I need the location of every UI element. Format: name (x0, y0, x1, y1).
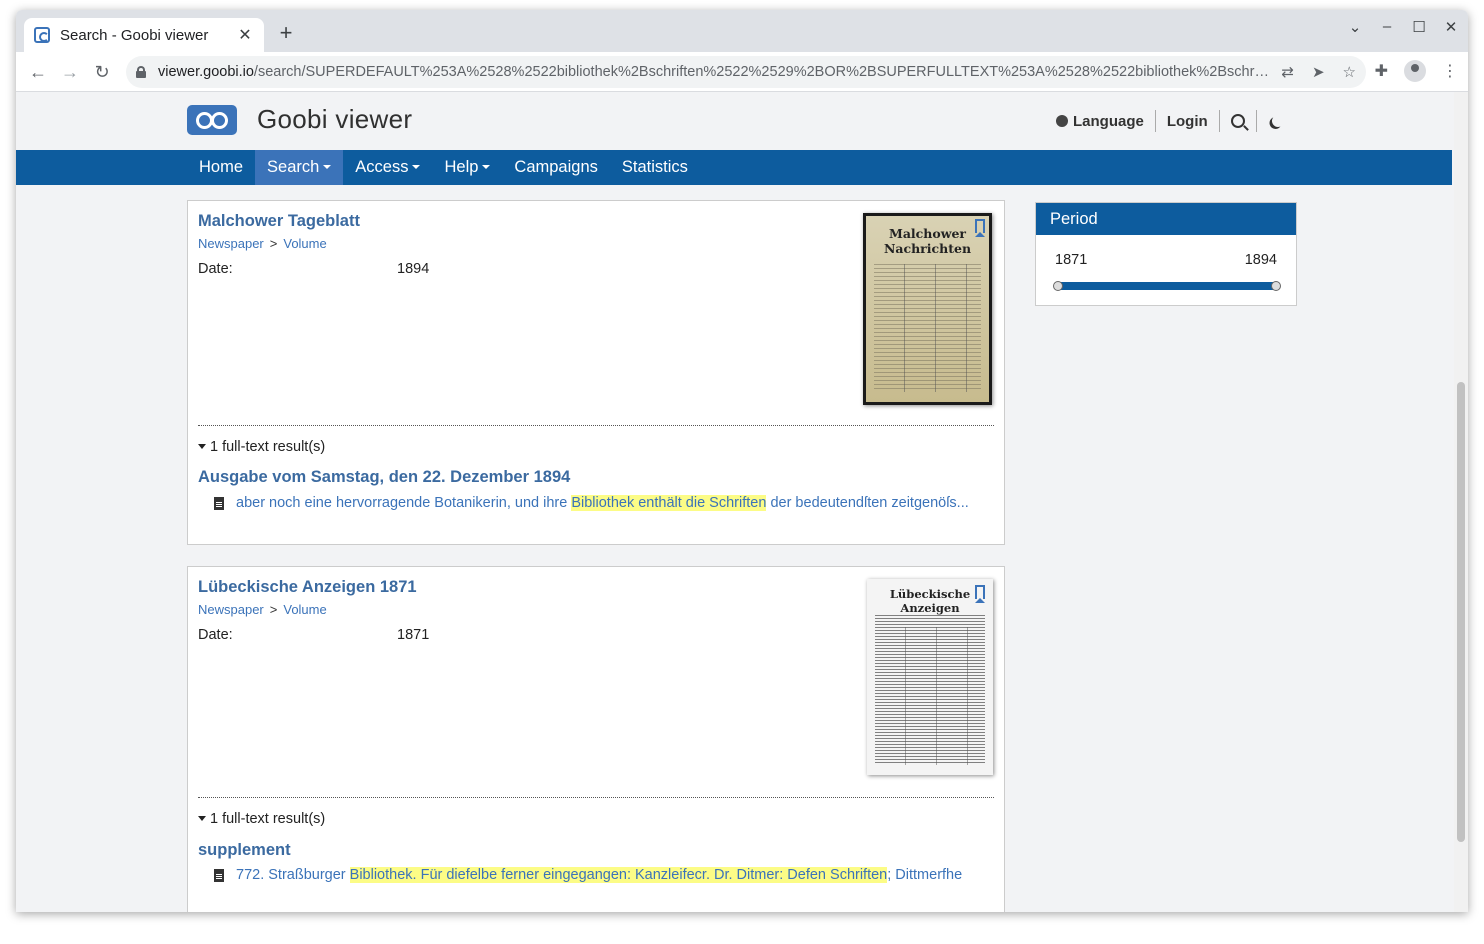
page-viewport: Goobi viewer Language Login Home Search … (16, 92, 1468, 912)
site-brand[interactable]: Goobi viewer (257, 104, 412, 135)
result-thumbnail[interactable]: Malchower Nachrichten (863, 213, 992, 405)
scrollbar-thumb[interactable] (1457, 382, 1465, 842)
caret-down-icon (323, 165, 332, 169)
fulltext-snippet[interactable]: aber noch eine hervorragende Botanikerin… (214, 495, 994, 511)
close-window-icon[interactable]: ✕ (1442, 18, 1460, 36)
dark-mode-moon-icon[interactable] (1270, 113, 1285, 128)
nav-statistics[interactable]: Statistics (610, 150, 700, 185)
minimize-icon[interactable]: – (1378, 18, 1396, 36)
caret-down-icon (412, 165, 421, 169)
new-tab-icon[interactable]: + (274, 22, 298, 44)
goobi-logo-icon[interactable] (187, 105, 237, 135)
period-range-slider[interactable] (1053, 281, 1281, 291)
translate-icon[interactable]: ⇄ (1281, 63, 1294, 81)
fulltext-hit-title[interactable]: supplement (198, 841, 291, 860)
globe-icon (1056, 114, 1068, 127)
maximize-icon[interactable]: ☐ (1410, 18, 1428, 36)
goobi-favicon-icon (34, 27, 50, 43)
breadcrumb-volume[interactable]: Volume (283, 602, 326, 617)
page-scrollbar[interactable] (1454, 92, 1468, 912)
breadcrumb-volume[interactable]: Volume (283, 236, 326, 251)
tab-search-chevron-icon[interactable]: ⌄ (1346, 18, 1364, 36)
address-bar[interactable]: viewer.goobi.io/search/SUPERDEFAULT%253A… (126, 56, 1366, 88)
nav-search[interactable]: Search (255, 150, 344, 185)
tab-strip: Search - Goobi viewer ✕ + ⌄ – ☐ ✕ (16, 10, 1468, 52)
nav-home[interactable]: Home (187, 150, 255, 185)
close-tab-icon[interactable]: ✕ (236, 25, 254, 45)
bookmark-icon[interactable] (974, 219, 988, 235)
date-value: 1871 (397, 627, 430, 643)
login-link[interactable]: Login (1167, 113, 1208, 130)
window-controls: ⌄ – ☐ ✕ (1346, 18, 1460, 36)
slider-max-handle[interactable] (1271, 281, 1281, 291)
search-icon[interactable] (1230, 114, 1245, 128)
result-breadcrumb: Newspaper > Volume (198, 236, 327, 251)
date-value: 1894 (397, 261, 430, 277)
search-highlight: Bibliothek enthält die Schriften (571, 495, 767, 511)
lock-icon[interactable] (136, 66, 146, 78)
breadcrumb-newspaper[interactable]: Newspaper (198, 236, 264, 251)
date-label: Date: (198, 261, 233, 277)
send-icon[interactable]: ➤ (1312, 63, 1325, 81)
document-icon (214, 868, 224, 882)
language-button[interactable]: Language (1056, 113, 1144, 130)
browser-toolbar: ← → ↻ viewer.goobi.io/search/SUPERDEFAUL… (16, 52, 1468, 92)
period-min-value: 1871 (1055, 252, 1088, 268)
slider-min-handle[interactable] (1053, 281, 1063, 291)
url-path: /search/SUPERDEFAULT%253A%2528%2522bibli… (253, 64, 1270, 80)
period-filter-widget: Period 1871 1894 (1035, 202, 1297, 306)
site-header: Goobi viewer Language Login (16, 92, 1454, 150)
nav-campaigns[interactable]: Campaigns (502, 150, 609, 185)
main-navigation: Home Search Access Help Campaigns Statis… (16, 150, 1452, 185)
browser-window: Search - Goobi viewer ✕ + ⌄ – ☐ ✕ ← → ↻ … (16, 10, 1468, 912)
thumbnail-masthead: Malchower Nachrichten (883, 226, 972, 256)
period-title: Period (1036, 203, 1296, 235)
profile-avatar-icon[interactable] (1404, 60, 1426, 82)
triangle-down-icon (198, 816, 206, 821)
star-icon[interactable]: ☆ (1343, 63, 1356, 81)
result-breadcrumb: Newspaper > Volume (198, 602, 327, 617)
reload-icon[interactable]: ↻ (86, 56, 118, 88)
browser-tab[interactable]: Search - Goobi viewer ✕ (24, 18, 264, 52)
thumbnail-masthead: Lübeckische Anzeigen (889, 587, 971, 615)
result-title[interactable]: Malchower Tageblatt (198, 212, 360, 231)
result-thumbnail[interactable]: Lübeckische Anzeigen (867, 579, 993, 775)
caret-down-icon (482, 165, 491, 169)
result-title[interactable]: Lübeckische Anzeigen 1871 (198, 578, 417, 597)
back-icon[interactable]: ← (22, 56, 54, 88)
document-icon (214, 496, 224, 510)
breadcrumb-newspaper[interactable]: Newspaper (198, 602, 264, 617)
search-highlight: Bibliothek. Für diefelbe ferner eingegan… (349, 867, 888, 883)
nav-help[interactable]: Help (432, 150, 502, 185)
date-label: Date: (198, 627, 233, 643)
period-max-value: 1894 (1244, 252, 1277, 268)
bookmark-icon[interactable] (974, 585, 988, 601)
search-result-card: Lübeckische Anzeigen 1871 Newspaper > Volu… (187, 566, 1005, 912)
triangle-down-icon (198, 444, 206, 449)
extensions-icon[interactable]: ✚ (1375, 61, 1388, 81)
nav-access[interactable]: Access (343, 150, 432, 185)
fulltext-snippet[interactable]: 772. Straßburger Bibliothek. Für diefelb… (214, 867, 994, 883)
fulltext-toggle[interactable]: 1 full-text result(s) (198, 439, 325, 455)
search-result-card: Malchower Tageblatt Newspaper > Volume Dat… (187, 200, 1005, 545)
language-label: Language (1073, 112, 1144, 130)
forward-icon[interactable]: → (54, 56, 86, 88)
menu-kebab-icon[interactable]: ⋮ (1442, 61, 1458, 81)
url-host: viewer.goobi.io (158, 64, 254, 80)
url-text[interactable]: viewer.goobi.io/search/SUPERDEFAULT%253A… (158, 64, 1269, 80)
fulltext-hit-title[interactable]: Ausgabe vom Samstag, den 22. Dezember 18… (198, 468, 570, 487)
fulltext-toggle[interactable]: 1 full-text result(s) (198, 811, 325, 827)
tab-title: Search - Goobi viewer (60, 26, 209, 44)
